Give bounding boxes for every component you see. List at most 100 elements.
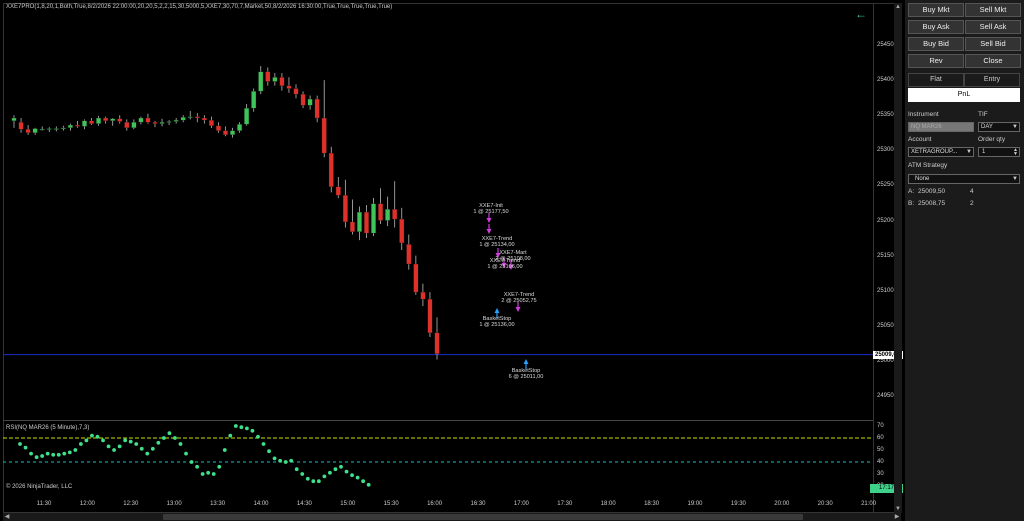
scroll-up-icon[interactable]: ▲ <box>894 3 902 11</box>
rsi-dot <box>339 464 343 469</box>
rsi-dot <box>200 472 205 476</box>
rsi-dot <box>344 469 349 474</box>
buy-mkt-button[interactable]: Buy Mkt <box>908 3 964 17</box>
close-button[interactable]: Close <box>965 54 1021 68</box>
time-tick-label: 19:00 <box>687 501 703 507</box>
instrument-value: NQ MAR26 <box>911 124 942 130</box>
rsi-dot <box>245 426 249 431</box>
rsi-dot <box>361 479 366 484</box>
bid-size: 2 <box>970 200 974 207</box>
rsi-dot <box>90 433 94 438</box>
rsi-dot <box>250 428 255 433</box>
tif-select[interactable]: DAY ▼ <box>978 122 1020 132</box>
candle-body <box>124 122 130 128</box>
rsi-dot <box>134 442 139 446</box>
candle-body <box>371 203 376 234</box>
trade-arrow-head <box>515 307 521 312</box>
candle-body <box>300 93 306 106</box>
rsi-tick-label: 30 <box>877 471 884 477</box>
rsi-dot <box>112 448 116 452</box>
flat-tab[interactable]: Flat <box>908 73 964 87</box>
rsi-dot <box>167 431 172 436</box>
atm-strategy-label: ATM Strategy <box>908 162 948 169</box>
candle-body <box>60 127 66 129</box>
instrument-select[interactable]: NQ MAR26 <box>908 122 974 132</box>
rsi-dot <box>239 425 244 430</box>
atm-strategy-select[interactable]: None ▼ <box>908 174 1020 184</box>
candle-body <box>75 124 80 127</box>
candle-body <box>237 124 243 131</box>
candle-body <box>349 221 355 232</box>
bid-label: B: <box>908 200 915 207</box>
tif-value: DAY <box>981 124 993 130</box>
time-axis[interactable]: 11:30 12:00 12:30 13:00 13:30 14:00 14:30 15:00… <box>3 495 877 513</box>
candle-body <box>321 117 327 154</box>
vertical-scrollbar[interactable]: ▲ ▼ <box>894 3 902 513</box>
buy-bid-button[interactable]: Buy Bid <box>908 37 964 51</box>
candle-body <box>159 122 165 124</box>
trade-label-basketstop-1-line2: 1 @ 25136,00 <box>479 322 514 328</box>
candle-body <box>293 88 299 95</box>
rsi-dot <box>222 448 227 452</box>
buy-ask-button[interactable]: Buy Ask <box>908 20 964 34</box>
order-qty-stepper[interactable]: 1 ▲ ▼ <box>978 147 1020 157</box>
time-tick-label: 15:30 <box>383 501 399 507</box>
rsi-dot <box>289 458 294 463</box>
rsi-dot <box>23 445 28 450</box>
candle-body <box>392 209 398 220</box>
chart-area[interactable]: XXE7PRO(1,8,20,1,Both,True,8/2/2026 22:0… <box>0 0 905 521</box>
rsi-dot <box>117 444 122 449</box>
pnl-display[interactable]: PnL <box>908 88 1020 102</box>
scroll-right-icon[interactable]: ▶ <box>893 513 901 521</box>
candle-body <box>67 124 73 128</box>
time-tick-label: 20:00 <box>774 501 790 507</box>
rsi-dot <box>45 451 50 456</box>
candle-body <box>427 298 433 333</box>
candle-body <box>364 211 369 234</box>
candle-body <box>145 117 151 123</box>
candle-body <box>279 77 285 86</box>
rsi-dot <box>95 434 100 439</box>
candle-body <box>413 263 419 293</box>
sell-mkt-button[interactable]: Sell Mkt <box>965 3 1021 17</box>
time-tick-label: 11:30 <box>36 501 52 507</box>
candle-body <box>244 108 250 125</box>
candle-body <box>110 118 116 121</box>
time-tick-label: 13:00 <box>166 501 182 507</box>
rsi-tick-label: 50 <box>877 447 884 453</box>
candle-body <box>223 130 228 136</box>
time-tick-label: 12:00 <box>79 501 95 507</box>
stepper-arrows-icon[interactable]: ▲ ▼ <box>1013 148 1018 157</box>
rsi-dot <box>355 475 360 480</box>
rsi-tick-label: 40 <box>877 459 884 465</box>
rsi-dot <box>139 446 144 451</box>
account-select[interactable]: XETRAGROUP... ▼ <box>908 147 974 157</box>
time-tick-label: 21:00 <box>861 501 877 507</box>
trade-label-xxe7-trend-1-line2: 1 @ 25134,00 <box>479 242 514 248</box>
candle-body <box>46 128 52 130</box>
horizontal-scrollbar[interactable]: ◀ ▶ <box>3 513 901 521</box>
entry-tab[interactable]: Entry <box>964 73 1020 87</box>
scroll-down-icon[interactable]: ▼ <box>894 505 902 513</box>
ask-price: 25009,50 <box>918 188 946 195</box>
sell-ask-button[interactable]: Sell Ask <box>965 20 1021 34</box>
candle-body <box>378 203 384 221</box>
scroll-thumb[interactable] <box>163 514 803 520</box>
candle-body <box>201 117 207 121</box>
candle-body <box>39 129 45 131</box>
sell-bid-button[interactable]: Sell Bid <box>965 37 1021 51</box>
rsi-dot <box>366 482 371 487</box>
candle-body <box>314 98 320 119</box>
candle-body <box>258 71 264 92</box>
candle-body <box>385 209 391 221</box>
trade-label-basketstop-2-line2: 6 @ 25011,00 <box>509 374 544 380</box>
candle-body <box>230 130 235 136</box>
rsi-dot <box>278 458 283 463</box>
scroll-left-icon[interactable]: ◀ <box>3 513 11 521</box>
rev-button[interactable]: Rev <box>908 54 964 68</box>
candle-body <box>18 122 24 130</box>
candle-body <box>89 120 94 124</box>
candle-body <box>335 186 341 196</box>
candle-body <box>187 116 193 118</box>
rsi-dot <box>67 450 72 455</box>
